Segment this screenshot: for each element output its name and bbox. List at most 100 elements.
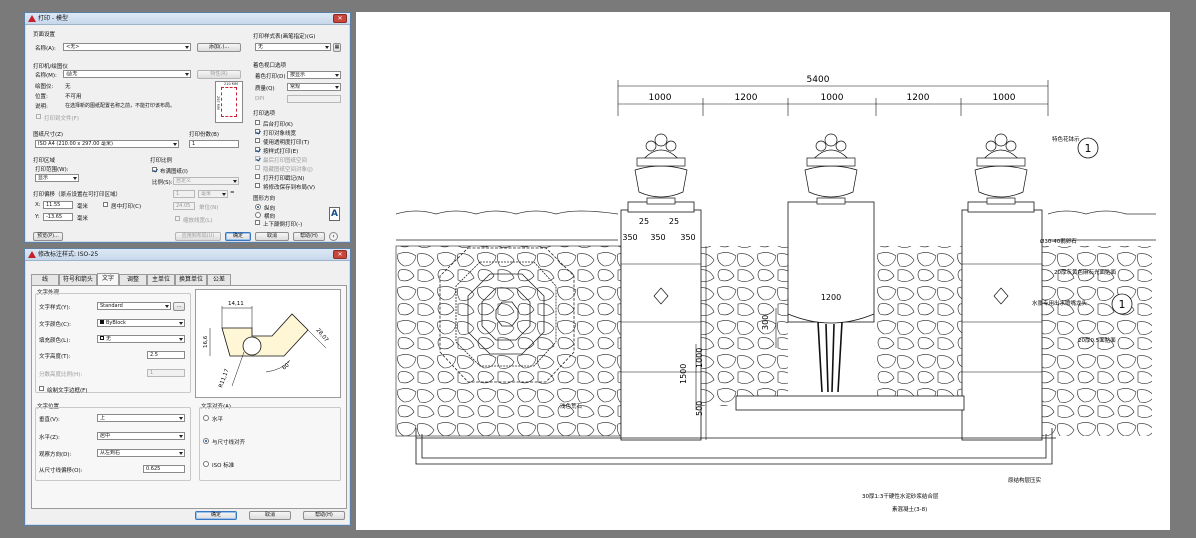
tab-4[interactable]: 主单位	[147, 274, 175, 285]
tab-6[interactable]: 公差	[207, 274, 231, 285]
close-icon[interactable]: ✕	[333, 14, 347, 23]
cad-drawing-canvas[interactable]: 5400 1000 1200 1000 1200 1000 300 1000 1…	[356, 12, 1170, 530]
view-direction-label: 观察方向(D):	[39, 452, 72, 458]
plot-option-checkbox[interactable]	[255, 138, 260, 143]
plot-option-checkbox[interactable]	[255, 147, 260, 152]
vertical-combo[interactable]: 上	[97, 414, 185, 422]
plot-option-checkbox[interactable]	[255, 183, 260, 188]
vertical-dimension: 1000	[695, 348, 704, 368]
plot-option-checkbox[interactable]	[255, 165, 260, 170]
printer-section: 打印机/绘图仪	[33, 64, 68, 70]
text-alignment-radio[interactable]	[203, 415, 209, 421]
quality-combo[interactable]: 常规	[287, 83, 341, 91]
bay-dimensions: 1000 1200 1000 1200 1000	[649, 93, 1016, 103]
pier-dimension: 350	[650, 233, 665, 242]
dim-dialog-titlebar[interactable]: 修改标注样式: ISO-25 ✕	[25, 249, 350, 261]
plot-option-label: 将修改保存到布局(V)	[263, 185, 316, 191]
add-page-setup-button[interactable]: 添加(.)...	[197, 43, 241, 52]
paper-size-combo[interactable]: ISO A4 (210.00 x 297.00 毫米)	[35, 140, 179, 148]
copies-label: 打印份数(B)	[189, 132, 220, 138]
plot-style-edit-button[interactable]: ▦	[333, 43, 341, 52]
text-style-browse-button[interactable]: ...	[173, 302, 185, 311]
scale-lineweights-checkbox[interactable]	[175, 216, 180, 221]
collapse-arrow-icon[interactable]: ‹	[329, 232, 338, 241]
horizontal-combo[interactable]: 居中	[97, 432, 185, 440]
offset-x-input[interactable]: 11.55	[43, 201, 73, 209]
paper-preview-width: 210 MM	[224, 82, 238, 86]
print-to-file-checkbox[interactable]	[36, 114, 41, 119]
scale-label: 比例(S):	[152, 180, 173, 186]
plot-style-combo[interactable]: 无	[255, 43, 331, 51]
plotter-label: 绘图仪:	[35, 84, 54, 90]
upside-down-checkbox[interactable]	[255, 220, 260, 225]
offset-input[interactable]: 0.625	[143, 465, 185, 473]
orientation-radio[interactable]	[255, 204, 261, 210]
page-setup-name-combo[interactable]: <无>	[63, 43, 191, 51]
fit-to-paper-checkbox[interactable]	[152, 167, 157, 172]
tab-5[interactable]: 换算单位	[175, 274, 207, 285]
dpi-input[interactable]	[287, 95, 341, 103]
page-setup-name-label: 名称(A):	[35, 46, 56, 52]
tab-1[interactable]: 符号和箭头	[59, 274, 97, 285]
text-style-combo[interactable]: Standard	[97, 302, 171, 310]
fill-color-combo[interactable]: 无	[97, 335, 185, 343]
print-range-combo[interactable]: 显示	[35, 174, 79, 182]
text-alignment-radio[interactable]	[203, 438, 209, 444]
draw-frame-checkbox[interactable]	[39, 386, 44, 391]
plot-option-checkbox[interactable]	[255, 120, 260, 125]
scale-unit2-label: 单位(N)	[199, 205, 219, 211]
bay-dimension: 1000	[649, 93, 672, 103]
scale-value2-input[interactable]: 24.05	[173, 202, 195, 210]
tab-3[interactable]: 调整	[119, 274, 147, 285]
callout-1-right: 1	[1119, 298, 1126, 311]
plot-option-checkbox[interactable]	[255, 129, 260, 134]
plot-option-checkbox[interactable]	[255, 156, 260, 161]
vertical-label: 垂直(V):	[39, 417, 60, 423]
offset-y-input[interactable]: -13.65	[43, 213, 73, 221]
dim-preview-box: 14,11 16,6 28,07 60° R11,17	[195, 289, 341, 398]
printer-properties-button[interactable]: 特性(R)	[197, 70, 241, 79]
copies-input[interactable]: 1	[189, 140, 239, 148]
upside-down-label: 上下颠倒打印(-)	[263, 222, 303, 228]
tab-2[interactable]: 文字	[97, 273, 119, 285]
dim-ok-button[interactable]: 确定	[195, 511, 237, 520]
apply-to-layout-button[interactable]: 应用到布局(U)	[175, 232, 221, 241]
print-cancel-button[interactable]: 取消	[255, 232, 289, 241]
color-swatch	[100, 320, 104, 324]
fraction-height-input[interactable]: 1	[147, 369, 185, 377]
annotation-label: 水景专用出水喷嘴龙头	[1032, 299, 1088, 307]
printer-name-combo[interactable]: 🖨无	[63, 70, 191, 78]
view-direction-combo[interactable]: 从左到右	[97, 449, 185, 457]
location-value: 不可用	[65, 94, 82, 100]
center-plot-checkbox[interactable]	[103, 202, 108, 207]
scale-unit-combo[interactable]: 毫米	[198, 190, 228, 198]
scale-value1-input[interactable]: 1	[173, 190, 195, 198]
plot-option-checkbox[interactable]	[255, 174, 260, 179]
preview-button[interactable]: 预览(P)...	[33, 232, 63, 241]
orientation-radio[interactable]	[255, 212, 261, 218]
close-icon[interactable]: ✕	[333, 250, 347, 259]
planter-pot	[804, 133, 858, 205]
bay-dimension: 1000	[993, 93, 1016, 103]
shade-plot-combo[interactable]: 按显示	[287, 71, 341, 79]
annotation-label: Ø30-40鹅卵石	[1040, 237, 1077, 245]
plotter-value: 无	[65, 84, 71, 90]
dim-help-button[interactable]: 帮助(H)	[303, 511, 345, 520]
text-color-combo[interactable]: ByBlock	[97, 319, 185, 327]
scale-equals-label: =	[230, 190, 235, 196]
text-alignment-radio[interactable]	[203, 461, 209, 467]
pier-dimension: 350	[622, 233, 637, 242]
print-help-button[interactable]: 帮助(H)	[293, 232, 325, 241]
plot-option-label: 使用透明度打印(T)	[263, 140, 310, 146]
pot-dimension: 25	[669, 217, 679, 226]
fountain-elevation-drawing: 5400 1000 1200 1000 1200 1000 3001000150…	[395, 75, 1156, 513]
print-ok-button[interactable]: 确定	[225, 232, 251, 241]
text-height-label: 文字高度(T):	[39, 354, 71, 360]
offset-x-unit: 毫米	[77, 204, 89, 210]
dim-cancel-button[interactable]: 取消	[249, 511, 291, 520]
scale-combo[interactable]: 自定义	[173, 177, 239, 185]
tab-0[interactable]: 线	[31, 274, 59, 285]
print-dialog-titlebar[interactable]: 打印 - 模型 ✕	[25, 13, 350, 25]
text-height-input[interactable]: 2.5	[147, 351, 185, 359]
callout-1-top: 1	[1085, 142, 1092, 155]
